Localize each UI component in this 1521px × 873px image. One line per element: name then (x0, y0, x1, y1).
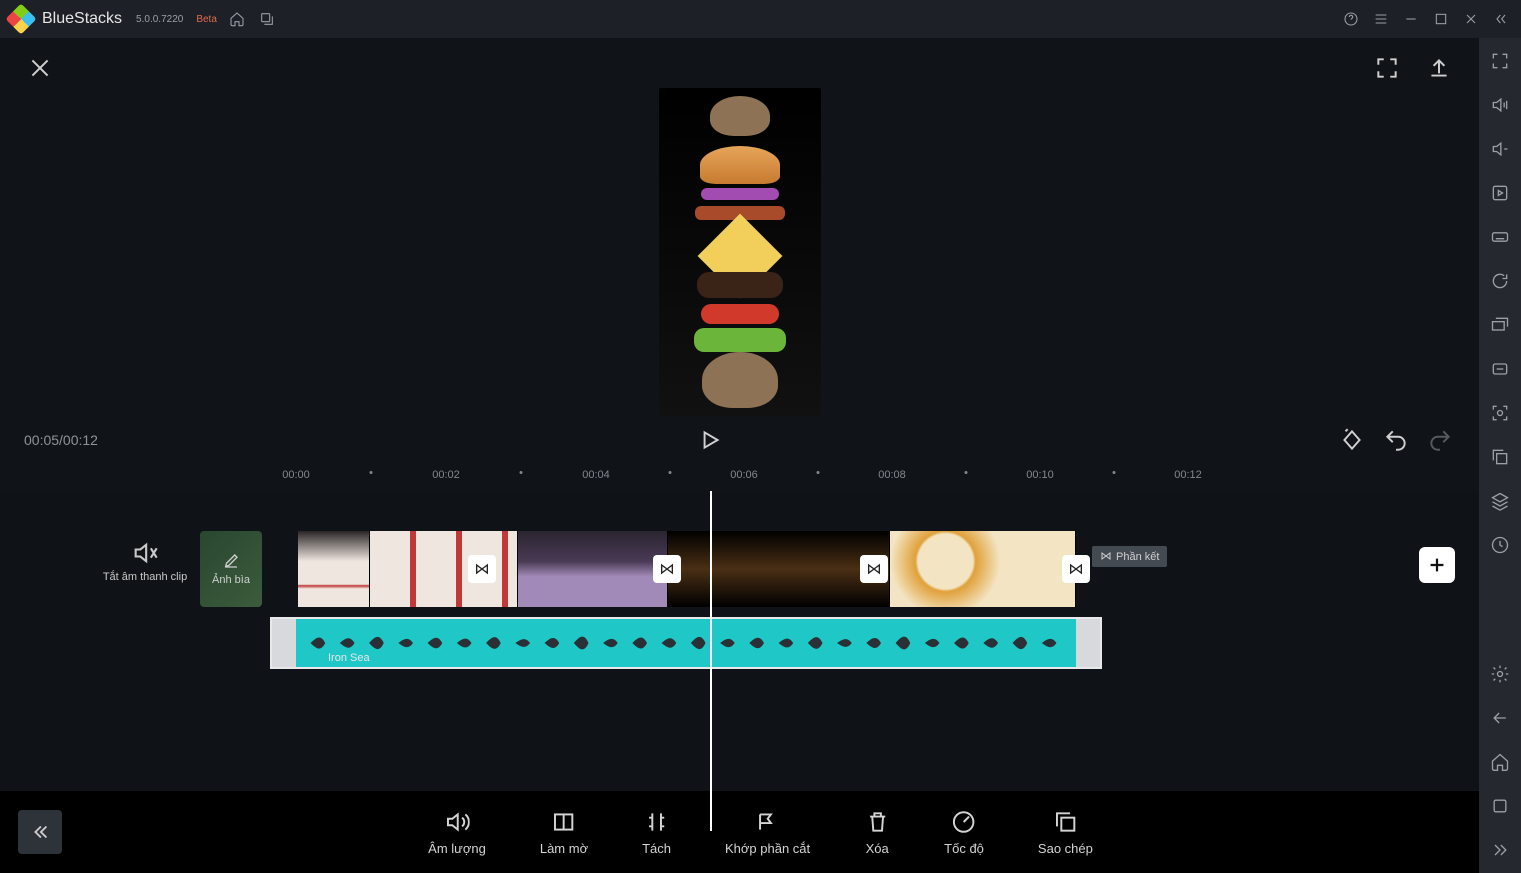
split-tool[interactable]: Tách (642, 809, 671, 856)
end-section-badge[interactable]: Phần kết (1092, 546, 1167, 567)
volume-up-icon[interactable] (1489, 94, 1511, 116)
expand-rail-icon[interactable] (1489, 839, 1511, 861)
time-display: 00:05/00:12 (24, 432, 98, 448)
collapse-rail-icon[interactable] (1491, 9, 1511, 29)
timeline-ruler[interactable]: 00:00 00:02 00:04 00:06 00:08 00:10 00:1… (0, 463, 1479, 491)
back-icon[interactable] (1489, 707, 1511, 729)
ruler-tick: 00:04 (582, 469, 610, 481)
volume-tool[interactable]: Âm lượng (428, 809, 486, 856)
recent-apps-icon[interactable] (257, 9, 277, 29)
transition-badge[interactable] (860, 555, 888, 583)
ruler-dot (520, 471, 523, 474)
preview-frame (659, 88, 821, 416)
volume-down-icon[interactable] (1489, 138, 1511, 160)
maximize-icon[interactable] (1431, 9, 1451, 29)
video-preview (0, 98, 1479, 417)
ruler-dot (669, 471, 672, 474)
copy-tool[interactable]: Sao chép (1038, 809, 1093, 856)
export-icon[interactable] (1423, 52, 1455, 84)
bluestacks-side-toolbar (1479, 38, 1521, 873)
clip-1[interactable] (298, 531, 370, 607)
ruler-dot (1113, 471, 1116, 474)
timeline[interactable]: Tắt âm thanh clip Ảnh bìa Phần kết (0, 491, 1479, 791)
close-icon[interactable] (1461, 9, 1481, 29)
home-rail-icon[interactable] (1489, 751, 1511, 773)
audio-track[interactable]: Iron Sea (270, 617, 1102, 669)
delete-tool[interactable]: Xóa (864, 809, 890, 856)
clip-4[interactable] (668, 531, 890, 607)
add-clip-button[interactable] (1419, 547, 1455, 583)
transition-badge[interactable] (653, 555, 681, 583)
cover-image-button[interactable]: Ảnh bìa (200, 531, 262, 607)
mute-clip-audio-button[interactable]: Tắt âm thanh clip (100, 539, 190, 583)
mute-label: Tắt âm thanh clip (103, 571, 187, 583)
ruler-dot (817, 471, 820, 474)
minimize-icon[interactable] (1401, 9, 1421, 29)
settings-icon[interactable] (1489, 663, 1511, 685)
sync-icon[interactable] (1489, 270, 1511, 292)
titlebar: BlueStacks 5.0.0.7220 Beta (0, 0, 1521, 38)
audio-waveform[interactable]: Iron Sea (296, 619, 1076, 667)
bluestacks-logo (5, 3, 36, 34)
close-editor-button[interactable] (24, 52, 56, 84)
bottom-toolbar: Âm lượng Làm mờ Tách Khớp phần cắt Xóa (0, 791, 1479, 873)
recent-rail-icon[interactable] (1489, 795, 1511, 817)
multi-instance-icon[interactable] (1489, 314, 1511, 336)
redo-icon[interactable] (1425, 425, 1455, 455)
cover-label: Ảnh bìa (212, 574, 250, 586)
fullscreen-rail-icon[interactable] (1489, 50, 1511, 72)
fullscreen-icon[interactable] (1371, 52, 1403, 84)
ruler-tick: 00:06 (730, 469, 758, 481)
menu-icon[interactable] (1371, 9, 1391, 29)
transition-badge[interactable] (468, 555, 496, 583)
fade-tool[interactable]: Làm mờ (540, 809, 588, 856)
ruler-tick: 00:08 (878, 469, 906, 481)
speed-tool[interactable]: Tốc độ (944, 809, 984, 856)
audio-clip-label: Iron Sea (328, 652, 370, 664)
fit-tool[interactable]: Khớp phần cắt (725, 809, 810, 856)
video-clip-track[interactable] (298, 531, 1076, 607)
ruler-tick: 00:02 (432, 469, 460, 481)
play-button[interactable] (694, 424, 726, 456)
home-icon[interactable] (227, 9, 247, 29)
ruler-tick: 00:12 (1174, 469, 1202, 481)
clip-5[interactable] (890, 531, 1076, 607)
apk-icon[interactable] (1489, 358, 1511, 380)
audio-handle-right[interactable] (1076, 619, 1100, 667)
ruler-tick: 00:00 (282, 469, 310, 481)
audio-handle-left[interactable] (272, 619, 296, 667)
playhead[interactable] (710, 491, 712, 831)
app-version: 5.0.0.7220 (136, 14, 183, 25)
ruler-tick: 00:10 (1026, 469, 1054, 481)
keyframe-icon[interactable] (1337, 425, 1367, 455)
ruler-dot (370, 471, 373, 474)
transition-badge[interactable] (1062, 555, 1090, 583)
beta-badge: Beta (196, 14, 217, 25)
keymap-icon[interactable] (1489, 226, 1511, 248)
collapse-toolbar-button[interactable] (18, 810, 62, 854)
ruler-dot (965, 471, 968, 474)
macro-icon[interactable] (1489, 182, 1511, 204)
clip-3[interactable] (518, 531, 668, 607)
layers-icon[interactable] (1489, 490, 1511, 512)
clock-icon[interactable] (1489, 534, 1511, 556)
copy-rail-icon[interactable] (1489, 446, 1511, 468)
help-icon[interactable] (1341, 9, 1361, 29)
app-name: BlueStacks (42, 10, 122, 28)
screenshot-icon[interactable] (1489, 402, 1511, 424)
video-editor-panel: 00:05/00:12 00:00 00:02 00:04 00: (0, 38, 1479, 873)
undo-icon[interactable] (1381, 425, 1411, 455)
